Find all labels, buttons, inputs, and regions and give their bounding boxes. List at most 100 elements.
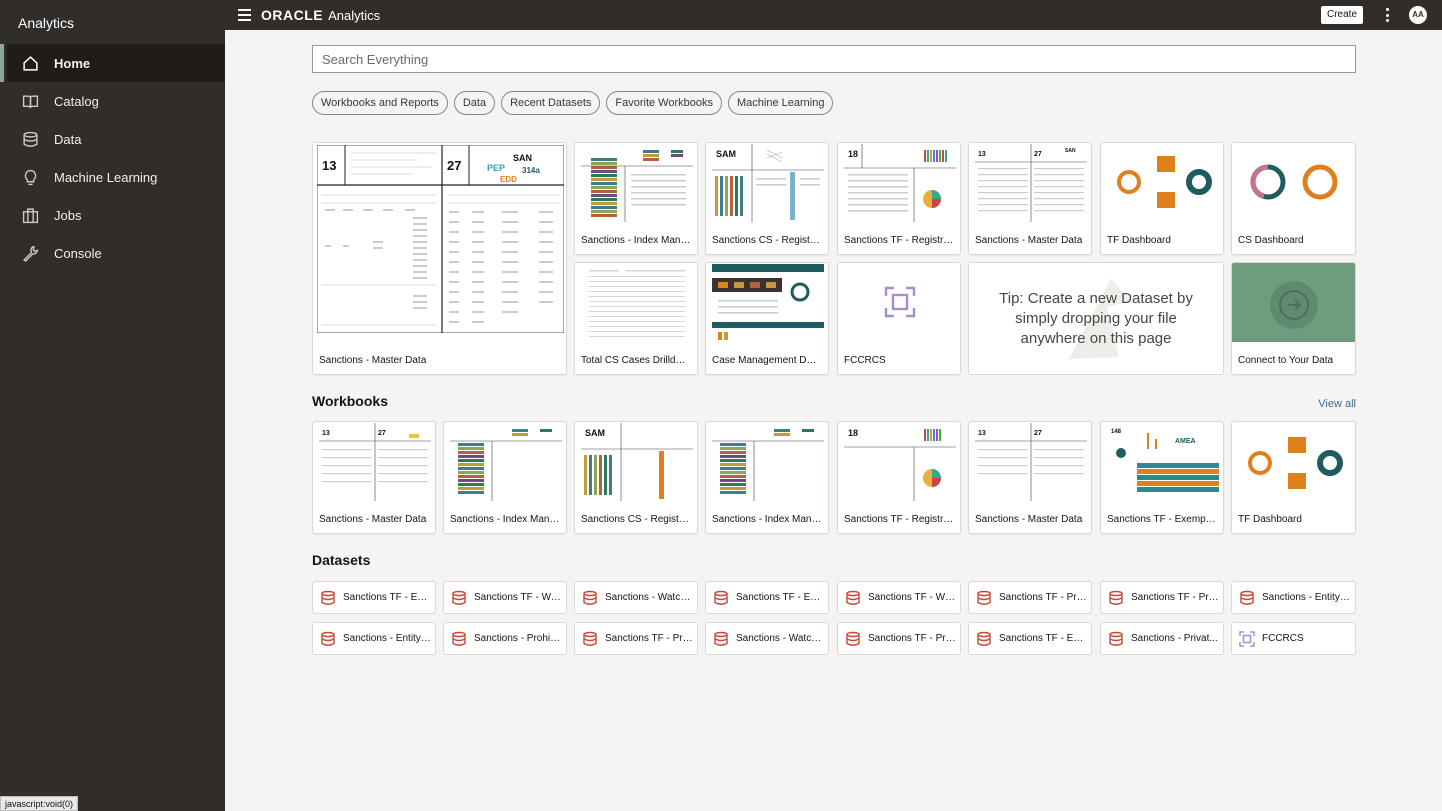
more-options-icon[interactable]	[1385, 8, 1389, 22]
database-icon	[583, 631, 597, 646]
avatar[interactable]: AA	[1409, 6, 1427, 24]
recent-card-sanctions-index-management[interactable]: Sanctions - Index Mana...	[574, 142, 698, 255]
dataset-label: Sanctions TF - Eve...	[343, 592, 431, 603]
wrench-icon	[22, 245, 39, 262]
chip-favorite-workbooks[interactable]: Favorite Workbooks	[606, 91, 722, 115]
recent-card-cs-dashboard[interactable]: CS Dashboard	[1231, 142, 1356, 255]
hamburger-menu-icon[interactable]	[238, 9, 251, 21]
card-label: Sanctions CS - Registry ...	[581, 514, 691, 525]
datasets-section-title: Datasets	[312, 552, 371, 568]
dataset-label: Sanctions TF - Pro...	[605, 633, 693, 644]
thumb-word: PEP	[487, 163, 505, 173]
dataset-label: Sanctions TF - Wa...	[474, 592, 562, 603]
card-label: Sanctions - Master Data	[975, 235, 1083, 246]
dataset-card[interactable]: Sanctions - Privat...	[1100, 622, 1224, 655]
workbook-card[interactable]: TF Dashboard	[1231, 421, 1356, 534]
chip-recent-datasets[interactable]: Recent Datasets	[501, 91, 601, 115]
search-input[interactable]	[312, 45, 1356, 73]
recent-card-sanctions-cs-registry[interactable]: SAM Sanctions CS - Registry ...	[705, 142, 829, 255]
dataset-card[interactable]: Sanctions TF - Exe...	[705, 581, 829, 614]
status-bar: javascript:void(0)	[0, 796, 79, 811]
card-label: Sanctions - Master Data	[975, 514, 1083, 525]
dataset-card[interactable]: Sanctions - Entity ...	[1231, 581, 1356, 614]
thumb-number: 13	[978, 430, 986, 437]
card-label: Connect to Your Data	[1238, 355, 1334, 366]
workbook-card[interactable]: 13 27 Sanctions - Master Data	[312, 421, 436, 534]
dataset-label: FCCRCS	[1262, 633, 1304, 644]
dataset-card[interactable]: FCCRCS	[1231, 622, 1356, 655]
workbook-card[interactable]: 13 27 Sanctions - Master Data	[968, 421, 1092, 534]
thumb-number: 148	[1111, 429, 1122, 435]
dataset-card[interactable]: Sanctions TF - Pro...	[574, 622, 698, 655]
dataset-card[interactable]: Sanctions TF - Pro...	[837, 622, 961, 655]
dataset-label: Sanctions TF - Whi...	[868, 592, 956, 603]
thumb-number: 13	[978, 151, 986, 158]
dataset-label: Sanctions - Watchl...	[605, 592, 693, 603]
app-header: ORACLE Analytics Create AA	[225, 0, 1442, 30]
thumb-number: 18	[848, 149, 858, 159]
chip-machine-learning[interactable]: Machine Learning	[728, 91, 834, 115]
workbook-thumbnail: 13 27	[319, 423, 431, 501]
briefcase-icon	[22, 207, 39, 224]
dataset-card[interactable]: Sanctions - Watchl...	[705, 622, 829, 655]
database-icon	[1109, 631, 1123, 646]
dataset-card[interactable]: Sanctions - Watchl...	[574, 581, 698, 614]
dataset-label: Sanctions TF - Pro...	[868, 633, 956, 644]
sidebar-item-console[interactable]: Console	[0, 234, 225, 272]
workbook-thumbnail	[712, 423, 824, 501]
dataset-label: Sanctions TF - Pro...	[999, 592, 1087, 603]
workbook-thumbnail: 18	[844, 423, 956, 501]
dataset-card[interactable]: Sanctions TF - Pro...	[1100, 581, 1224, 614]
chip-workbooks-and-reports[interactable]: Workbooks and Reports	[312, 91, 448, 115]
recent-card-tf-dashboard[interactable]: TF Dashboard	[1100, 142, 1224, 255]
thumb-word: SAM	[585, 428, 605, 438]
recent-card-sanctions-tf-registry[interactable]: 18 Sanctions TF - Registry ...	[837, 142, 961, 255]
database-icon	[583, 590, 597, 605]
workbook-card[interactable]: 148 AMEA Sanctions TF - Exemptio...	[1100, 421, 1224, 534]
dataset-card[interactable]: Sanctions TF - Esc...	[968, 622, 1092, 655]
sidebar-item-catalog[interactable]: Catalog	[0, 82, 225, 120]
dataset-card[interactable]: Sanctions TF - Pro...	[968, 581, 1092, 614]
sidebar-item-machine-learning[interactable]: Machine Learning	[0, 158, 225, 196]
dataset-card[interactable]: Sanctions - Prohib...	[443, 622, 567, 655]
sidebar-item-label: Machine Learning	[54, 169, 158, 185]
dataset-card[interactable]: Sanctions TF - Whi...	[837, 581, 961, 614]
view-all-link[interactable]: View all	[1318, 398, 1356, 410]
workbook-thumbnail	[450, 423, 562, 501]
recent-card-connect-to-your-data[interactable]: Connect to Your Data	[1231, 262, 1356, 375]
thumb-word: EDD	[500, 175, 517, 184]
sidebar-item-home[interactable]: Home	[0, 44, 225, 82]
card-label: TF Dashboard	[1107, 235, 1171, 246]
dataset-label: Sanctions - Watchl...	[736, 633, 824, 644]
recent-card-sanctions-master-data-2[interactable]: 13 27 SAN Sanctions - Master Data	[968, 142, 1092, 255]
dataset-card[interactable]: Sanctions TF - Wa...	[443, 581, 567, 614]
card-label: Sanctions - Index Mana...	[581, 235, 691, 246]
thumb-word: SAN	[1065, 148, 1076, 154]
dashboard-thumbnail	[1107, 144, 1219, 222]
workbook-card[interactable]: SAM Sanctions CS - Registry ...	[574, 421, 698, 534]
thumb-number: 27	[1034, 430, 1042, 437]
database-icon	[452, 590, 466, 605]
dataset-card[interactable]: Sanctions TF - Eve...	[312, 581, 436, 614]
brand-oracle: ORACLE	[261, 7, 324, 23]
lightbulb-icon	[22, 169, 39, 186]
sidebar-item-data[interactable]: Data	[0, 120, 225, 158]
recent-card-total-cs-cases-drilldown[interactable]: Total CS Cases Drilldown	[574, 262, 698, 375]
sidebar: Analytics Home Catalog Data Machine Lear…	[0, 0, 225, 811]
dataset-card[interactable]: Sanctions - Entity ...	[312, 622, 436, 655]
workbook-card[interactable]: Sanctions - Index Mana...	[705, 421, 829, 534]
sidebar-item-label: Home	[54, 55, 91, 71]
database-icon	[846, 631, 860, 646]
recent-card-case-management-dashboard[interactable]: Case Management Dash...	[705, 262, 829, 375]
dashboard-thumbnail	[1238, 144, 1350, 222]
recent-card-fccrcs[interactable]: FCCRCS	[837, 262, 961, 375]
thumb-word: SAM	[716, 149, 736, 159]
sidebar-item-jobs[interactable]: Jobs	[0, 196, 225, 234]
database-icon	[321, 590, 335, 605]
workbook-card[interactable]: Sanctions - Index Mana...	[443, 421, 567, 534]
workbook-card[interactable]: 18 Sanctions TF - Registry ...	[837, 421, 961, 534]
create-button[interactable]: Create	[1320, 6, 1363, 24]
chip-data[interactable]: Data	[453, 91, 496, 115]
brand-product: Analytics	[328, 8, 381, 23]
recent-card-sanctions-master-data[interactable]: 13 27 PEP SAN 314a EDD Sanctions - Maste…	[312, 142, 567, 375]
